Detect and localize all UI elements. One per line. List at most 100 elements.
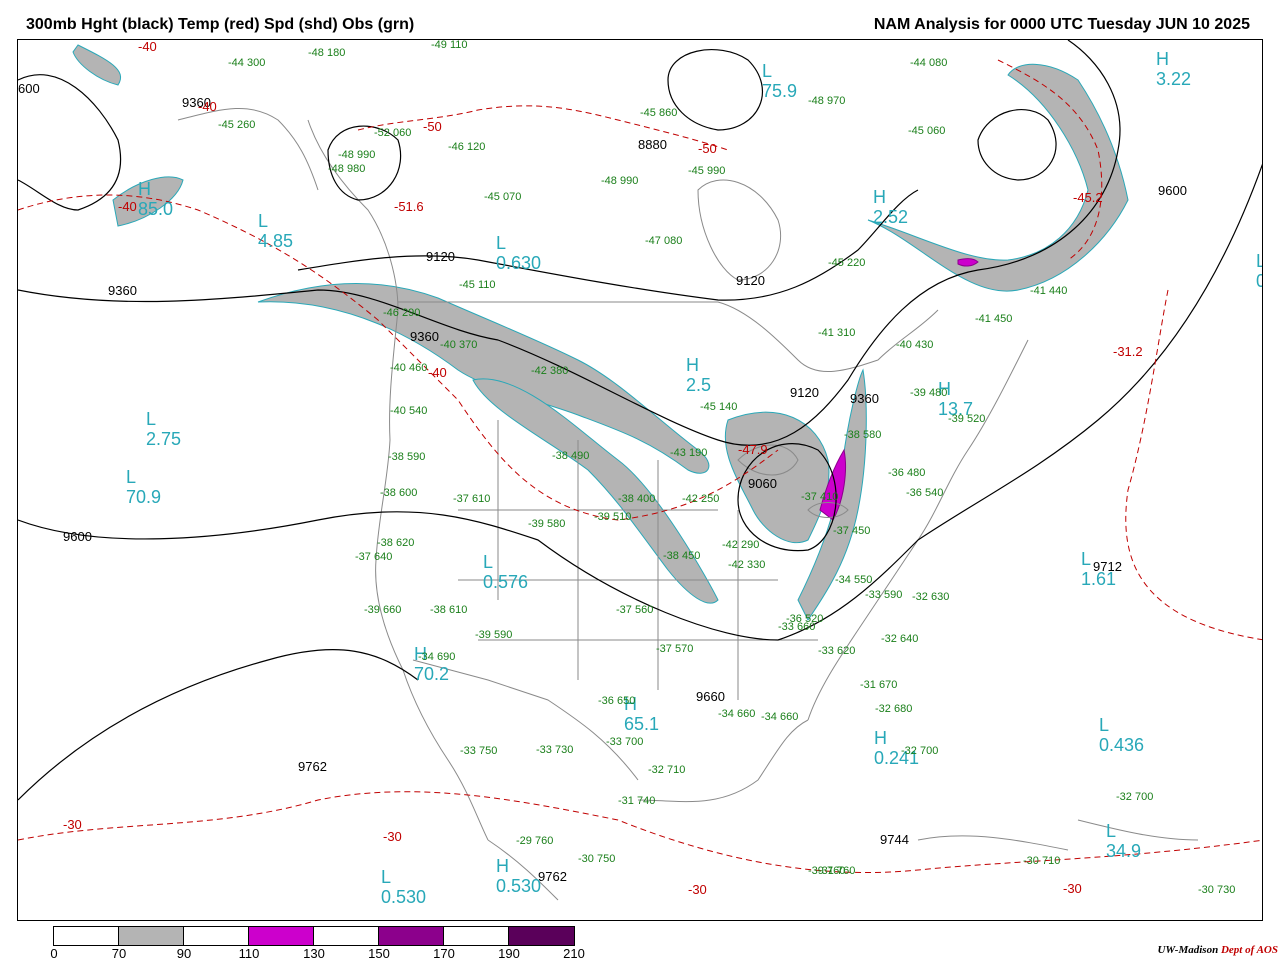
legend-tick: 190 xyxy=(498,946,520,961)
jet-core xyxy=(819,258,979,521)
temperature-label: -47.9 xyxy=(738,442,768,457)
chart-title-right: NAM Analysis for 0000 UTC Tuesday JUN 10… xyxy=(873,16,1250,33)
station-observation: -42 250 xyxy=(682,493,720,505)
station-observation: -38 620 xyxy=(377,537,415,549)
center-value: 1.61 xyxy=(1081,569,1117,589)
center-value: 85.0 xyxy=(138,199,174,219)
contour-closed-bay xyxy=(667,49,764,131)
height-label: 9360 xyxy=(410,329,439,344)
center-value: 65.1 xyxy=(624,714,660,734)
height-label: 9762 xyxy=(538,869,567,884)
legend-tick: 150 xyxy=(368,946,390,961)
legend-swatch xyxy=(509,927,574,945)
pressure-center: L xyxy=(1099,715,1110,735)
legend-swatch xyxy=(314,927,379,945)
center-value: 0.630 xyxy=(496,253,542,273)
pressure-center: L xyxy=(258,211,269,231)
station-observation: -40 430 xyxy=(896,339,934,351)
station-observation: -52 060 xyxy=(374,127,412,139)
temperature-label: -40 xyxy=(198,99,217,114)
station-observation: -34 690 xyxy=(418,651,456,663)
temperature-label: -30 xyxy=(63,817,82,832)
legend-tick: 90 xyxy=(176,946,192,961)
station-observation: -36 480 xyxy=(888,467,926,479)
station-observation: -32 700 xyxy=(1116,791,1154,803)
station-observation: -41 310 xyxy=(818,327,856,339)
station-observation: -33 700 xyxy=(606,736,644,748)
center-value: 70.9 xyxy=(126,487,162,507)
legend-tick: 0 xyxy=(50,946,58,961)
station-observation: -36 520 xyxy=(786,613,824,625)
temperature-label: -31.2 xyxy=(1113,344,1143,359)
pressure-center: H xyxy=(1156,49,1169,69)
pressure-center: L xyxy=(381,867,392,887)
temperature-label: -50 xyxy=(423,119,442,134)
credit-org: UW-Madison xyxy=(1157,944,1219,956)
contour-9120 xyxy=(297,189,919,301)
height-label: 600 xyxy=(18,81,40,96)
station-observation: -37 410 xyxy=(801,491,839,503)
station-observation: -42 290 xyxy=(722,539,760,551)
pressure-center: H xyxy=(496,856,509,876)
station-observation: -39 660 xyxy=(364,604,402,616)
credit: UW-Madison Dept of AOS xyxy=(1157,944,1278,956)
center-value: 2.75 xyxy=(146,429,182,449)
height-label: 9600 xyxy=(1158,183,1187,198)
station-observation: -39 510 xyxy=(594,511,632,523)
station-observation: -44 080 xyxy=(910,57,948,69)
station-observation: -48 980 xyxy=(328,163,366,175)
center-value: 4.85 xyxy=(258,231,294,251)
station-observation: -36 540 xyxy=(906,487,944,499)
legend-swatch xyxy=(249,927,314,945)
station-observation: -45 220 xyxy=(828,257,866,269)
station-observation: -32 710 xyxy=(648,764,686,776)
station-observation: -29 760 xyxy=(516,835,554,847)
jet-streak-lakes xyxy=(724,411,830,544)
station-observation: -39 520 xyxy=(948,413,986,425)
station-observation: -45 990 xyxy=(688,165,726,177)
station-observation: -39 760 xyxy=(808,865,846,877)
temperature-label: -40 xyxy=(428,365,447,380)
height-label: 9360 xyxy=(108,283,137,298)
station-observation: -32 700 xyxy=(901,745,939,757)
station-observation: -38 490 xyxy=(552,450,590,462)
jet-streak-northpac xyxy=(72,44,121,86)
temperature-label: -30 xyxy=(688,882,707,897)
temperature-label: -50 xyxy=(698,141,717,156)
legend-swatch xyxy=(379,927,444,945)
station-observation: -45 140 xyxy=(700,401,738,413)
center-value: 3.22 xyxy=(1156,69,1192,89)
station-observation: -48 970 xyxy=(808,95,846,107)
pressure-center: L xyxy=(483,552,494,572)
contour-closed-atl xyxy=(977,109,1057,181)
station-observation: -37 640 xyxy=(355,551,393,563)
station-observation: -32 640 xyxy=(881,633,919,645)
pressure-center: H xyxy=(686,355,699,375)
station-observation: -45 260 xyxy=(218,119,256,131)
temperature-isotherms xyxy=(18,59,1262,874)
station-observation: -32 680 xyxy=(875,703,913,715)
station-observation: -48 990 xyxy=(601,175,639,187)
height-label: 9660 xyxy=(696,689,725,704)
station-observation: -46 120 xyxy=(448,141,486,153)
isotherm-minus30-east xyxy=(1125,289,1262,641)
station-observation: -49 110 xyxy=(431,39,468,51)
station-observation: -44 300 xyxy=(228,57,266,69)
pressure-center: H xyxy=(138,179,151,199)
center-value: 2.52 xyxy=(873,207,909,227)
center-value: 0.530 xyxy=(381,887,427,907)
height-label: 9600 xyxy=(63,529,92,544)
station-observation: -47 080 xyxy=(645,235,683,247)
hudson-bay xyxy=(697,179,782,281)
jet-streak-west xyxy=(257,282,710,474)
station-observation: -45 860 xyxy=(640,107,678,119)
station-observation: -37 570 xyxy=(656,643,694,655)
station-observation: -45 070 xyxy=(484,191,522,203)
station-observation: -38 450 xyxy=(663,550,701,562)
station-observation: -37 560 xyxy=(616,604,654,616)
station-observation: -38 600 xyxy=(380,487,418,499)
pressure-center: L xyxy=(496,233,507,253)
station-observation: -38 590 xyxy=(388,451,426,463)
pressure-center: L xyxy=(126,467,137,487)
legend-swatch xyxy=(119,927,184,945)
